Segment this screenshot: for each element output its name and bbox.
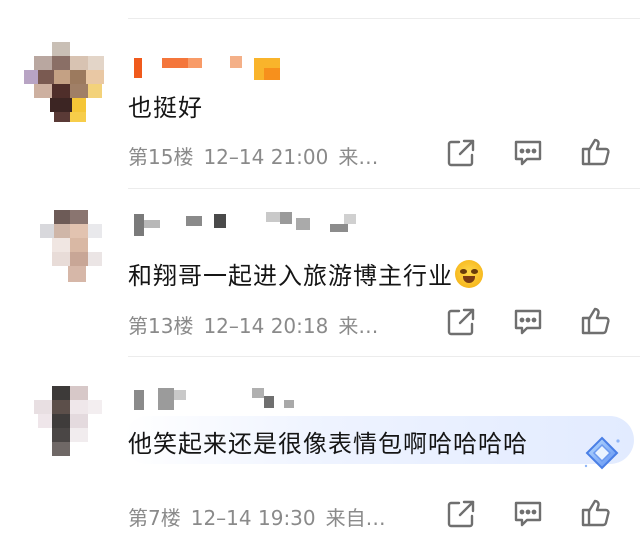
share-button[interactable] [444, 305, 478, 339]
comment-divider [128, 356, 640, 357]
comment-source[interactable]: 来… [338, 145, 378, 169]
share-icon [447, 139, 475, 167]
avatar[interactable] [24, 42, 110, 124]
comment-source[interactable]: 来… [338, 314, 378, 338]
share-button[interactable] [444, 136, 478, 170]
comment-content: 也挺好 [128, 94, 203, 122]
username-masked[interactable] [130, 388, 330, 416]
comment-divider [128, 188, 640, 189]
comment-icon [514, 140, 542, 166]
comment-content: 和翔哥一起进入旅游博主行业 [128, 256, 483, 291]
username-masked[interactable] [130, 212, 390, 240]
avatar[interactable] [24, 386, 110, 468]
comment-meta: 第15楼 12–14 21:00 来… [128, 141, 378, 170]
comment-meta: 第7楼 12–14 19:30 来自… [128, 502, 386, 531]
share-button[interactable] [444, 497, 478, 531]
comment-time: 12–14 19:30 [190, 506, 316, 530]
like-button[interactable] [579, 496, 613, 530]
laughing-crying-emoji [455, 260, 483, 288]
floor-number: 第7楼 [128, 506, 181, 530]
comment-text: 和翔哥一起进入旅游博主行业 [128, 262, 453, 290]
thumbs-up-icon [581, 499, 610, 527]
comment-item: 他笑起来还是很像表情包啊哈哈哈哈 第7楼 12–14 19:30 来自… [0, 358, 640, 544]
diamond-badge-icon [584, 436, 620, 470]
share-icon [447, 500, 475, 528]
comment-item: 和翔哥一起进入旅游博主行业 第13楼 12–14 20:18 来… [0, 190, 640, 358]
comment-icon [514, 501, 542, 527]
floor-number: 第13楼 [128, 314, 194, 338]
avatar[interactable] [24, 210, 110, 292]
comment-icon [514, 309, 542, 335]
comment-source[interactable]: 来自… [326, 506, 386, 530]
like-button[interactable] [579, 304, 613, 338]
floor-number: 第15楼 [128, 145, 194, 169]
comment-time: 12–14 21:00 [203, 145, 329, 169]
comment-time: 12–14 20:18 [203, 314, 329, 338]
comment-item: 也挺好 第15楼 12–14 21:00 来… [0, 0, 640, 190]
share-icon [447, 308, 475, 336]
comment-content: 他笑起来还是很像表情包啊哈哈哈哈 [128, 430, 528, 458]
comment-button[interactable] [511, 136, 545, 170]
thumbs-up-icon [581, 138, 610, 166]
username-masked[interactable] [130, 56, 290, 84]
thumbs-up-icon [581, 307, 610, 335]
comment-button[interactable] [511, 305, 545, 339]
comment-button[interactable] [511, 497, 545, 531]
like-button[interactable] [579, 135, 613, 169]
comment-meta: 第13楼 12–14 20:18 来… [128, 310, 378, 339]
